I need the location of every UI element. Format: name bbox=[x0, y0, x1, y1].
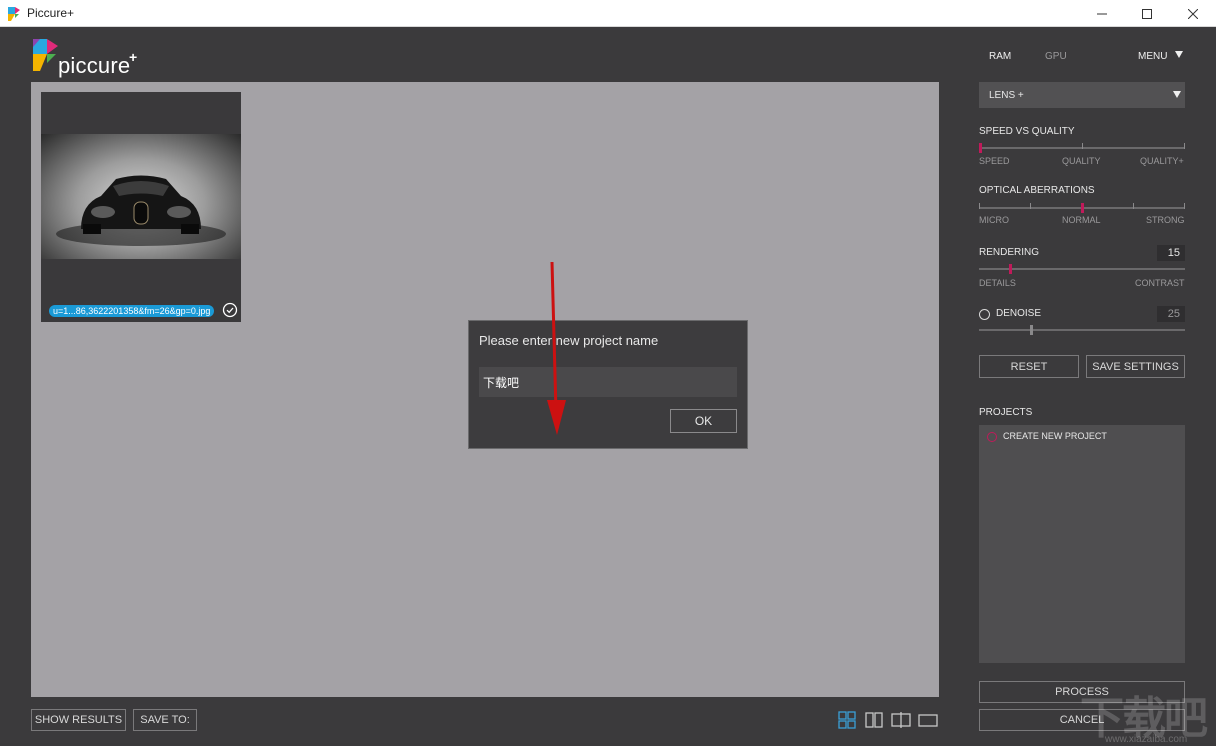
lens-select[interactable]: LENS + bbox=[979, 82, 1185, 108]
denoise-label: DENOISE bbox=[996, 308, 1042, 319]
tick-quality: QUALITY bbox=[1062, 156, 1101, 166]
denoise-slider[interactable] bbox=[979, 325, 1185, 335]
tick-contrast: CONTRAST bbox=[1135, 278, 1185, 288]
grid-view-icon[interactable] bbox=[837, 711, 857, 729]
optical-aberrations-handle[interactable] bbox=[1081, 203, 1084, 213]
denoise-toggle[interactable] bbox=[979, 309, 990, 320]
compare-view-icon[interactable] bbox=[891, 711, 911, 729]
maximize-icon bbox=[1142, 8, 1152, 19]
reset-button[interactable]: RESET bbox=[979, 355, 1079, 378]
denoise-handle[interactable] bbox=[1030, 325, 1033, 335]
car-photo bbox=[41, 134, 241, 259]
check-circle-icon[interactable] bbox=[222, 302, 238, 318]
gpu-tab[interactable]: GPU bbox=[1045, 51, 1067, 62]
dialog-title: Please enter new project name bbox=[479, 333, 659, 348]
menu-dropdown-icon[interactable] bbox=[1175, 51, 1183, 58]
car-image bbox=[56, 175, 226, 246]
logo-text: piccure bbox=[58, 53, 131, 78]
add-project-icon bbox=[987, 432, 997, 442]
title-bar: Piccure+ bbox=[0, 0, 1216, 27]
app-window: piccure + u=1...86,3622201358&fm=26&gp=0… bbox=[0, 27, 1216, 745]
single-view-icon[interactable] bbox=[918, 711, 938, 729]
image-thumbnail[interactable]: u=1...86,3622201358&fm=26&gp=0.jpg bbox=[41, 92, 241, 322]
logo-mark-icon bbox=[33, 39, 58, 71]
tick-speed: SPEED bbox=[979, 156, 1010, 166]
maximize-button[interactable] bbox=[1124, 0, 1170, 27]
app-icon bbox=[8, 7, 20, 21]
new-project-dialog: Please enter new project name OK bbox=[468, 320, 748, 449]
tick-strong: STRONG bbox=[1146, 215, 1185, 225]
show-results-button[interactable]: SHOW RESULTS bbox=[31, 709, 126, 731]
speed-quality-label: SPEED VS QUALITY bbox=[979, 126, 1075, 137]
rendering-label: RENDERING bbox=[979, 247, 1040, 258]
cancel-button[interactable]: CANCEL bbox=[979, 709, 1185, 731]
rendering-handle[interactable] bbox=[1009, 264, 1012, 274]
process-button[interactable]: PROCESS bbox=[979, 681, 1185, 703]
optical-aberrations-label: OPTICAL ABERRATIONS bbox=[979, 185, 1095, 196]
rendering-value[interactable]: 15 bbox=[1157, 245, 1185, 261]
window-title: Piccure+ bbox=[27, 6, 75, 20]
projects-label: PROJECTS bbox=[979, 407, 1033, 418]
split-view-icon[interactable] bbox=[864, 711, 884, 729]
save-settings-button[interactable]: SAVE SETTINGS bbox=[1086, 355, 1185, 378]
minimize-button[interactable] bbox=[1079, 0, 1125, 27]
close-icon bbox=[1188, 8, 1198, 19]
menu-button[interactable]: MENU bbox=[1138, 51, 1167, 62]
optical-aberrations-slider[interactable] bbox=[979, 203, 1185, 213]
chevron-down-icon bbox=[1173, 91, 1181, 98]
filename-badge: u=1...86,3622201358&fm=26&gp=0.jpg bbox=[49, 305, 215, 317]
speed-quality-handle[interactable] bbox=[979, 143, 982, 153]
settings-panel: RAM GPU MENU LENS + SPEED VS QUALITY SPE… bbox=[979, 27, 1185, 743]
speed-quality-slider[interactable] bbox=[979, 143, 1185, 153]
lens-select-value: LENS + bbox=[989, 89, 1024, 101]
save-to-button[interactable]: SAVE TO: bbox=[133, 709, 197, 731]
rendering-slider[interactable] bbox=[979, 264, 1185, 274]
denoise-value[interactable]: 25 bbox=[1157, 306, 1185, 322]
tick-micro: MICRO bbox=[979, 215, 1009, 225]
close-button[interactable] bbox=[1170, 0, 1216, 27]
projects-list[interactable]: CREATE NEW PROJECT bbox=[979, 425, 1185, 663]
ok-button[interactable]: OK bbox=[670, 409, 737, 433]
logo-plus: + bbox=[129, 49, 138, 65]
tick-normal: NORMAL bbox=[1062, 215, 1101, 225]
create-new-project-item[interactable]: CREATE NEW PROJECT bbox=[1003, 431, 1107, 441]
image-canvas[interactable]: u=1...86,3622201358&fm=26&gp=0.jpg Pleas… bbox=[31, 82, 939, 697]
ram-tab[interactable]: RAM bbox=[989, 51, 1011, 62]
tick-quality-plus: QUALITY+ bbox=[1140, 156, 1184, 166]
tick-details: DETAILS bbox=[979, 278, 1016, 288]
project-name-input[interactable] bbox=[479, 367, 737, 397]
minimize-icon bbox=[1097, 13, 1107, 14]
